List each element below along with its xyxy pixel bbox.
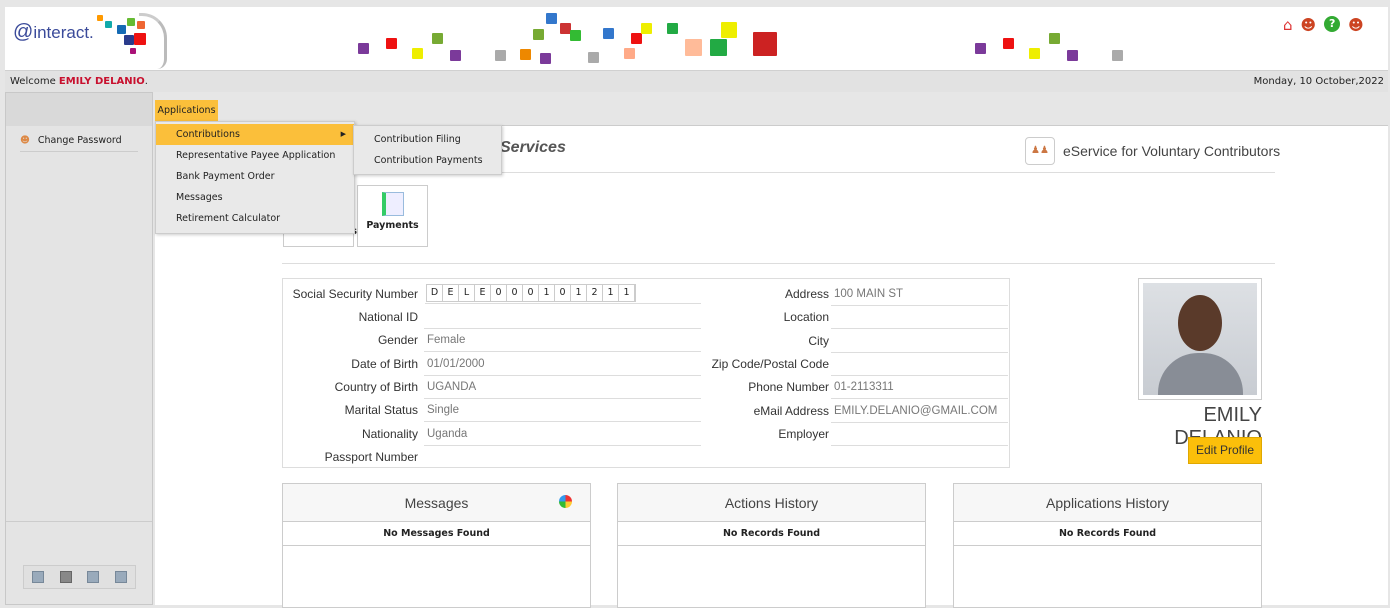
- people-icon: ♟♟: [1025, 137, 1055, 165]
- menu-item-contribution-payments[interactable]: Contribution Payments: [354, 150, 501, 171]
- field-value: 01-2113311: [831, 377, 1008, 400]
- add-message-icon[interactable]: [559, 495, 572, 508]
- field-value: [424, 447, 701, 469]
- ssn-char: 1: [571, 285, 587, 301]
- welcome-suffix: .: [144, 76, 148, 87]
- menu-item-contributions[interactable]: Contributions ▶: [156, 124, 354, 145]
- field-value: Female: [424, 330, 701, 353]
- menu-item-representative-payee[interactable]: Representative Payee Application: [156, 145, 354, 166]
- ssn-char: 2: [587, 285, 603, 301]
- panel-empty-message: No Messages Found: [283, 522, 590, 546]
- logo-graphic: [97, 13, 167, 69]
- field-value: [831, 424, 1008, 446]
- field-label: Address: [784, 287, 829, 301]
- profile-photo: [1138, 278, 1262, 400]
- sidebar-item-label: Change Password: [37, 135, 122, 146]
- field-label: Nationality: [361, 426, 418, 441]
- field-value: EMILY.DELANIO@GMAIL.COM: [831, 401, 1008, 423]
- panel-title: Actions History: [618, 484, 925, 522]
- field-label: Location: [783, 310, 829, 325]
- ssn-char: 0: [491, 285, 507, 301]
- logout-user-icon[interactable]: ☻: [1348, 16, 1364, 34]
- welcome-user: EMILY DELANIO: [58, 76, 145, 87]
- current-date: Monday, 10 October,2022: [1253, 76, 1384, 87]
- panel-applications-history: Applications History No Records Found: [953, 483, 1262, 608]
- page-title: Services: [500, 139, 566, 156]
- field-label: Date of Birth: [351, 356, 418, 371]
- ssn-char: 0: [507, 285, 523, 301]
- ssn-char: 1: [603, 285, 619, 301]
- help-icon[interactable]: ?: [1324, 16, 1341, 32]
- panel-empty-message: No Records Found: [954, 522, 1261, 546]
- field-label: National ID: [358, 310, 418, 324]
- tile-payments[interactable]: Payments: [357, 185, 428, 247]
- home-icon[interactable]: ⌂: [1283, 16, 1293, 34]
- menu-item-contribution-filing[interactable]: Contribution Filing: [354, 129, 501, 150]
- submenu-arrow-icon: ▶: [340, 130, 346, 138]
- ssn-label: Social Security Number: [292, 287, 418, 301]
- contributions-submenu: Contribution Filing Contribution Payment…: [353, 125, 502, 175]
- ssn-field: DELE000101211: [426, 284, 636, 302]
- service-label: eService for Voluntary Contributors: [1063, 143, 1281, 159]
- field-value: [831, 354, 1008, 376]
- menu-item-messages[interactable]: Messages: [156, 187, 354, 208]
- ssn-char: D: [427, 285, 443, 301]
- logo-text: interact.: [33, 23, 94, 42]
- report-icon[interactable]: [115, 571, 128, 583]
- logo: @interact.: [13, 21, 94, 43]
- field-value: [831, 331, 1008, 353]
- tab-applications[interactable]: Applications: [155, 100, 218, 121]
- field-label: eMail Address: [753, 403, 829, 418]
- field-value: Single: [424, 400, 701, 423]
- field-value: [831, 307, 1008, 330]
- ssn-char: 0: [555, 285, 571, 301]
- field-label: City: [808, 333, 829, 348]
- field-label: Employer: [778, 426, 829, 441]
- field-label: Country of Birth: [334, 379, 418, 394]
- tile-label: Payments: [366, 220, 419, 231]
- edit-profile-button[interactable]: Edit Profile: [1188, 437, 1262, 464]
- panel-title: Messages: [283, 484, 590, 522]
- sidebar-footer-toolbar: [23, 565, 136, 589]
- welcome-bar: Welcome EMILY DELANIO. Monday, 10 Octobe…: [5, 70, 1388, 92]
- support-agent-icon[interactable]: ☻: [1301, 16, 1317, 34]
- panel-messages: Messages No Messages Found: [282, 483, 591, 608]
- ssn-char: L: [459, 285, 475, 301]
- ssn-char: E: [443, 285, 459, 301]
- user-lock-icon: ☻: [20, 135, 30, 146]
- menu-item-bank-payment-order[interactable]: Bank Payment Order: [156, 166, 354, 187]
- field-value: UGANDA: [424, 377, 701, 399]
- ssn-char: 1: [539, 285, 555, 301]
- panel-actions-history: Actions History No Records Found: [617, 483, 926, 608]
- field-value: 01/01/2000: [424, 354, 701, 376]
- header: @interact. ⌂ ☻ ? ☻: [5, 7, 1388, 70]
- user-report-icon[interactable]: [59, 571, 72, 583]
- menu-item-retirement-calculator[interactable]: Retirement Calculator: [156, 208, 354, 229]
- field-label: Phone Number: [748, 380, 829, 395]
- field-label: Marital Status: [344, 403, 418, 418]
- ssn-char: E: [475, 285, 491, 301]
- field-label: Zip Code/Postal Code: [711, 356, 829, 371]
- tax-document-icon: [381, 192, 404, 216]
- field-value: [424, 307, 701, 329]
- field-label: Passport Number: [324, 449, 418, 464]
- report-icon[interactable]: [31, 571, 44, 583]
- profile-details: Social Security Number DELE000101211 Nat…: [282, 278, 1010, 468]
- sidebar: ☻ Change Password: [5, 92, 153, 605]
- field-value: 100 MAIN ST: [831, 284, 1008, 306]
- sidebar-item-change-password[interactable]: ☻ Change Password: [20, 130, 138, 152]
- field-label: Gender: [377, 333, 418, 348]
- field-value: Uganda: [424, 424, 701, 446]
- applications-dropdown: Contributions ▶ Representative Payee Appl…: [155, 121, 355, 234]
- menu-item-label: Contributions: [176, 129, 240, 140]
- ssn-char: 1: [619, 285, 635, 301]
- panel-title: Applications History: [954, 484, 1261, 522]
- panel-empty-message: No Records Found: [618, 522, 925, 546]
- ssn-char: 0: [523, 285, 539, 301]
- service-header: ♟♟ eService for Voluntary Contributors: [1025, 137, 1280, 165]
- welcome-text: Welcome: [10, 76, 59, 87]
- report-icon[interactable]: [87, 571, 100, 583]
